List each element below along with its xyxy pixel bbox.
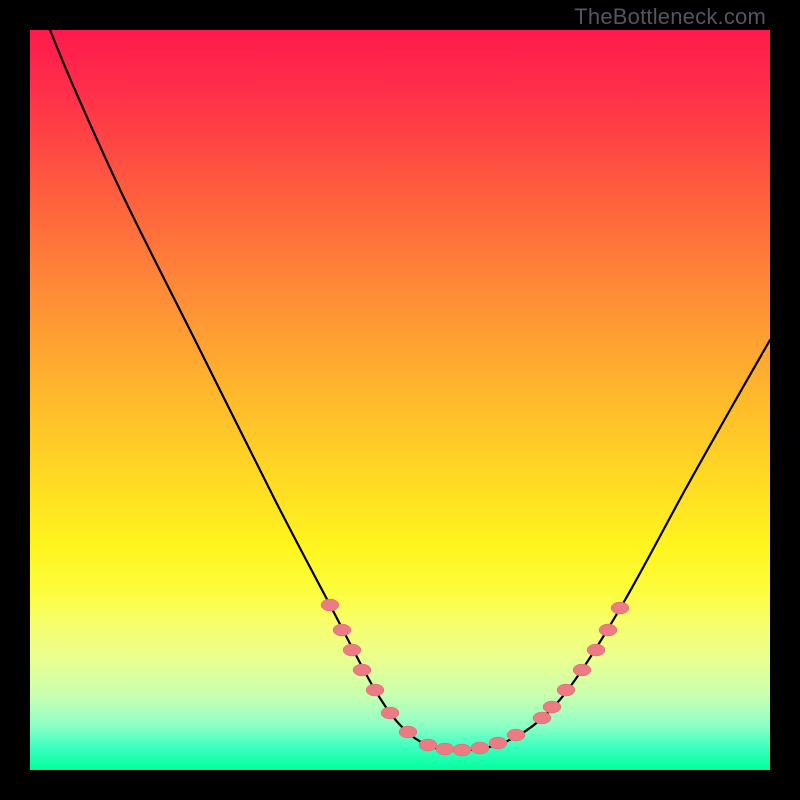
marker-dot	[507, 729, 525, 741]
watermark-text: TheBottleneck.com	[574, 4, 766, 30]
marker-dot	[557, 684, 575, 696]
marker-dot	[353, 664, 371, 676]
marker-dot	[381, 707, 399, 719]
marker-dot	[587, 644, 605, 656]
marker-dot	[419, 739, 437, 751]
marker-dot	[343, 644, 361, 656]
marker-dot	[599, 624, 617, 636]
marker-dot	[471, 742, 489, 754]
marker-dot	[436, 743, 454, 755]
marker-dot	[333, 624, 351, 636]
gradient-plot-area	[30, 30, 770, 770]
bottleneck-chart-svg	[30, 30, 770, 770]
marker-dot	[573, 664, 591, 676]
marker-dot	[543, 701, 561, 713]
marker-dot	[489, 737, 507, 749]
marker-dot	[533, 712, 551, 724]
marker-dot	[453, 744, 471, 756]
marker-dot	[366, 684, 384, 696]
marker-dot	[321, 599, 339, 611]
marker-dot	[611, 602, 629, 614]
bottleneck-curve	[50, 30, 770, 751]
marker-dot	[399, 726, 417, 738]
